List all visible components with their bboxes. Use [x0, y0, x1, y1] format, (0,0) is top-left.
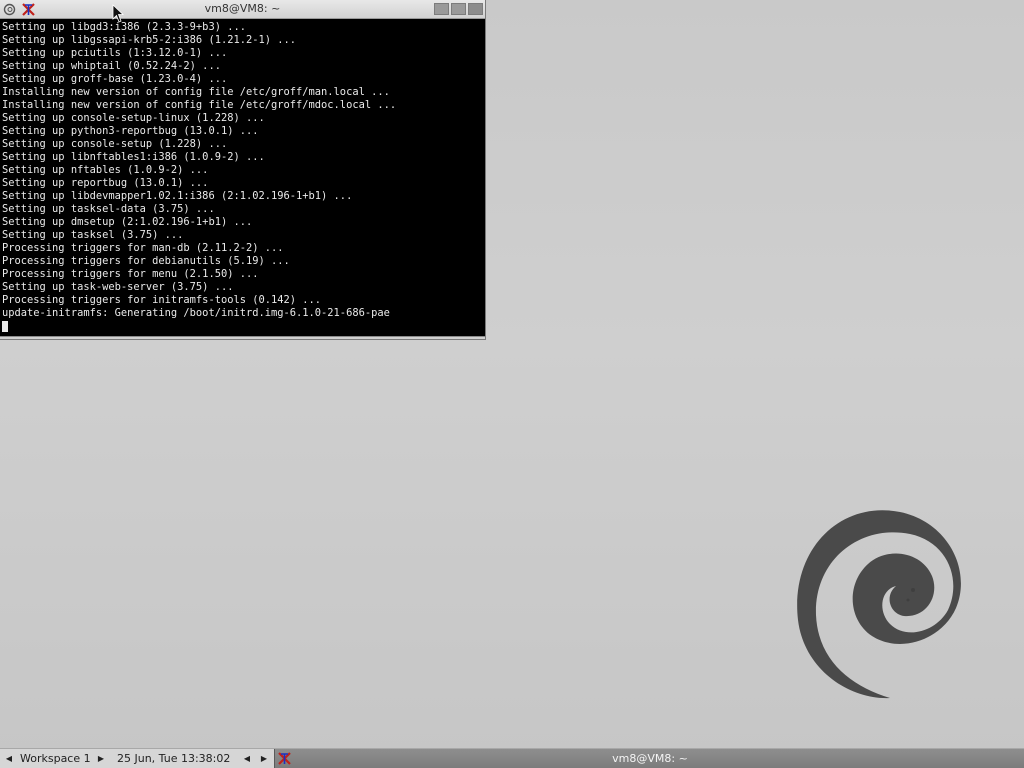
terminal-line: update-initramfs: Generating /boot/initr…: [2, 307, 390, 319]
terminal-line: Setting up libnftables1:i386 (1.0.9-2) .…: [2, 151, 265, 163]
terminal-line: Setting up libdevmapper1.02.1:i386 (2:1.…: [2, 190, 353, 202]
terminal-line: Setting up reportbug (13.0.1) ...: [2, 177, 209, 189]
debian-swirl-logo: [797, 510, 961, 699]
clock: 25 Jun, Tue 13:38:02: [117, 752, 231, 765]
terminal-line: Setting up tasksel-data (3.75) ...: [2, 203, 215, 215]
terminal-line: Setting up whiptail (0.52.24-2) ...: [2, 60, 221, 72]
taskbar: ◀ Workspace 1 ▶ 25 Jun, Tue 13:38:02 ◀ ▶…: [0, 748, 1024, 768]
terminal-line: Setting up console-setup (1.228) ...: [2, 138, 228, 150]
window-titlebar[interactable]: vm8@VM8: ~: [0, 0, 485, 19]
terminal-line: Processing triggers for man-db (2.11.2-2…: [2, 242, 284, 254]
maximize-button[interactable]: [451, 3, 466, 15]
terminal-line: Setting up nftables (1.0.9-2) ...: [2, 164, 209, 176]
left-arrow-icon[interactable]: ◀: [242, 752, 252, 765]
terminal-line: Installing new version of config file /e…: [2, 86, 390, 98]
terminal-line: Setting up tasksel (3.75) ...: [2, 229, 184, 241]
terminal-line: Setting up python3-reportbug (13.0.1) ..…: [2, 125, 259, 137]
terminal-line: Setting up libgssapi-krb5-2:i386 (1.21.2…: [2, 34, 297, 46]
window-bottom-border[interactable]: [0, 336, 485, 339]
terminal-line: Installing new version of config file /e…: [2, 99, 397, 111]
terminal-line: Setting up dmsetup (2:1.02.196-1+b1) ...: [2, 216, 253, 228]
terminal-line: Setting up libgd3:i386 (2.3.3-9+b3) ...: [2, 21, 246, 33]
terminal-line: Setting up groff-base (1.23.0-4) ...: [2, 73, 228, 85]
terminal-line: Setting up pciutils (1:3.12.0-1) ...: [2, 47, 228, 59]
taskbar-task-terminal[interactable]: vm8@VM8: ~: [274, 749, 1024, 768]
right-arrow-icon[interactable]: ▶: [96, 752, 106, 765]
mouse-pointer-icon: [112, 4, 124, 23]
close-button[interactable]: [468, 3, 483, 15]
minimize-button[interactable]: [434, 3, 449, 15]
text-cursor: [2, 321, 8, 332]
window-title: vm8@VM8: ~: [204, 2, 281, 15]
terminal-output[interactable]: Setting up libgd3:i386 (2.3.3-9+b3) ... …: [2, 21, 484, 335]
terminal-line: Processing triggers for initramfs-tools …: [2, 294, 322, 306]
terminal-line: Processing triggers for debianutils (5.1…: [2, 255, 290, 267]
workspace-label[interactable]: Workspace 1: [20, 752, 91, 765]
left-arrow-icon[interactable]: ◀: [4, 752, 14, 765]
terminal-cursor-line: [2, 320, 484, 333]
terminal-line: Setting up console-setup-linux (1.228) .…: [2, 112, 265, 124]
task-label: vm8@VM8: ~: [612, 752, 688, 765]
terminal-line: Processing triggers for menu (2.1.50) ..…: [2, 268, 259, 280]
terminal-window[interactable]: vm8@VM8: ~ Setting up libgd3:i386 (2.3.3…: [0, 0, 486, 340]
terminal-line: Setting up task-web-server (3.75) ...: [2, 281, 234, 293]
right-arrow-icon[interactable]: ▶: [259, 752, 269, 765]
